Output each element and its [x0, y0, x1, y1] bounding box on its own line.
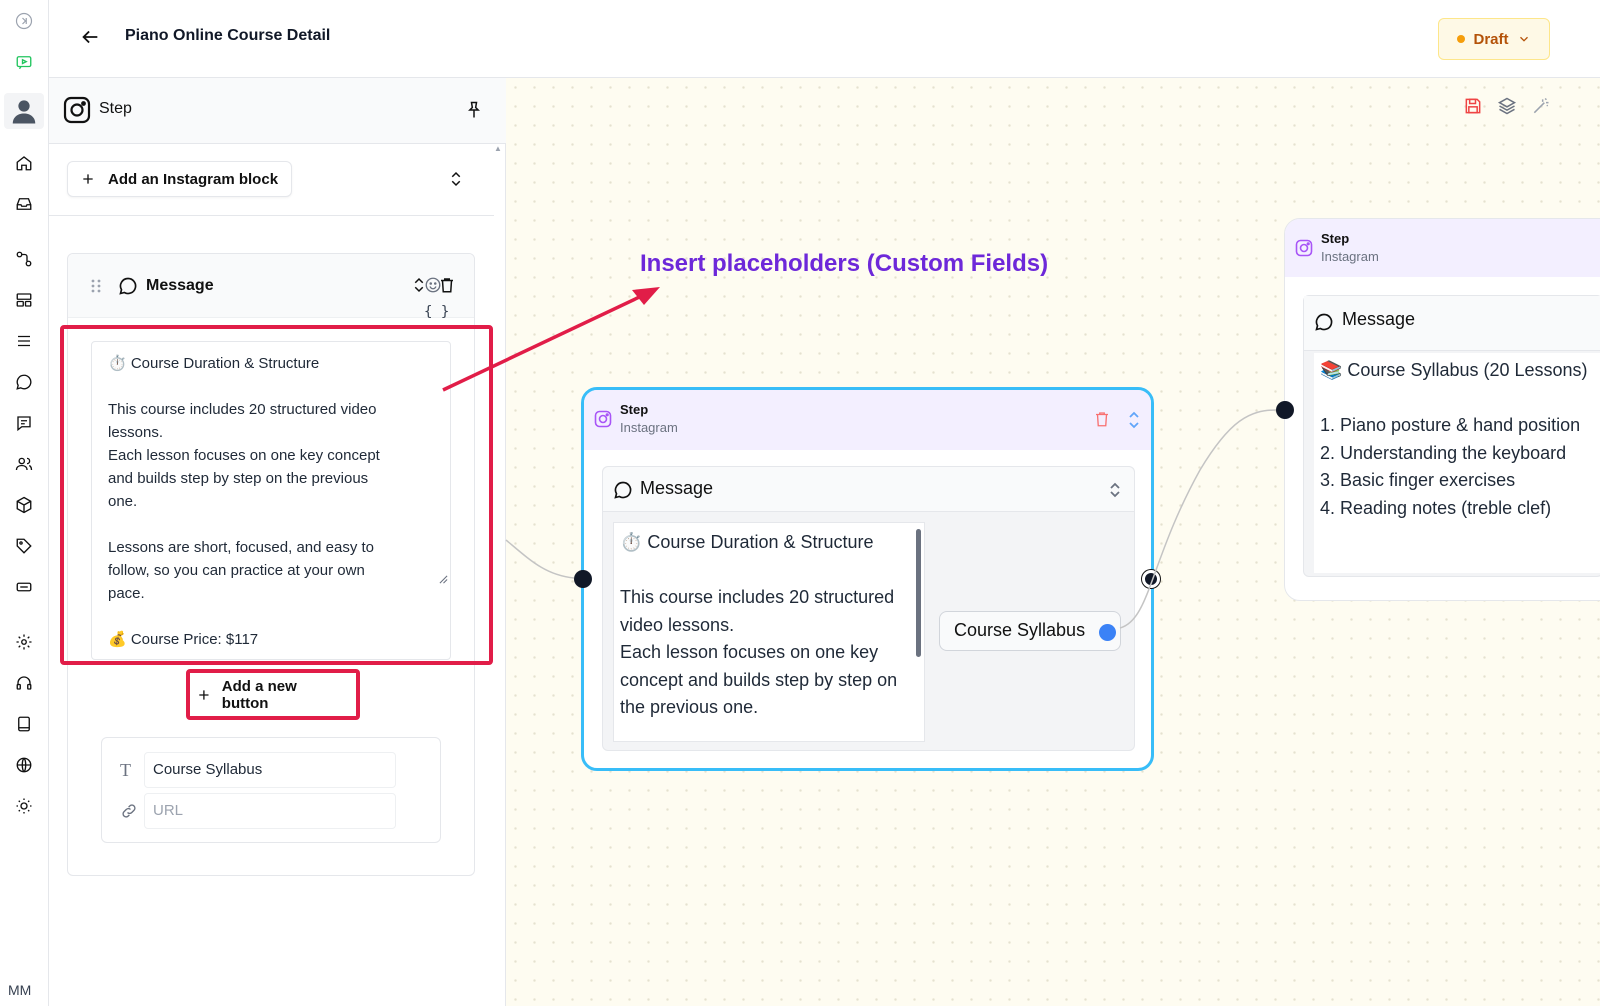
package-icon[interactable]: [9, 490, 39, 520]
inbox-icon[interactable]: [9, 189, 39, 219]
expand-collapse-icon[interactable]: [447, 170, 465, 188]
node-input-port[interactable]: [1276, 401, 1294, 419]
globe-icon[interactable]: [9, 750, 39, 780]
message-line: 📚 Course Syllabus (20 Lessons): [1320, 360, 1588, 380]
message-line: 4. Reading notes (treble clef): [1320, 497, 1552, 518]
message-block-header: Message: [68, 254, 474, 318]
node-message-card: Message 📚 Course Syllabus (20 Lessons) 1…: [1303, 295, 1600, 577]
instagram-icon: [1295, 239, 1313, 257]
left-rail: MM: [0, 0, 49, 1006]
text-type-icon: T: [120, 760, 131, 780]
node-message-card: Message ⏱️ Course Duration & Structure T…: [602, 466, 1135, 751]
home-icon[interactable]: [9, 148, 39, 178]
node-subtitle: Instagram: [620, 420, 678, 435]
node-message-header: Message: [603, 467, 1134, 512]
node-message-label: Message: [640, 478, 714, 498]
button-output-port[interactable]: [1099, 624, 1116, 641]
highlight-add-button-box: [186, 669, 360, 720]
app-root: MM Piano Online Course Detail Draft Step…: [0, 0, 1600, 1006]
chat-icon[interactable]: [9, 367, 39, 397]
headset-icon[interactable]: [9, 668, 39, 698]
expand-collapse-icon[interactable]: [1108, 481, 1122, 499]
node-button-course-syllabus[interactable]: Course Syllabus: [939, 611, 1121, 651]
chat-bubble-icon: [1314, 312, 1334, 332]
save-icon[interactable]: [1463, 96, 1483, 116]
node-button-label: Course Syllabus: [954, 620, 1086, 640]
link-icon: [120, 802, 138, 820]
expand-collapse-icon[interactable]: [1127, 410, 1141, 430]
node-header: Step Instagram: [1285, 219, 1600, 277]
message-square-icon[interactable]: [9, 408, 39, 438]
chevron-down-icon: [1519, 36, 1528, 42]
message-line: 3. Basic finger exercises: [1320, 470, 1516, 490]
divider: [49, 215, 494, 216]
message-line: 2. Understanding the keyboard: [1320, 442, 1567, 463]
avatar[interactable]: [4, 93, 44, 129]
node-message-text: 📚 Course Syllabus (20 Lessons) 1. Piano …: [1314, 353, 1600, 573]
instagram-icon: [594, 410, 612, 428]
back-arrow-icon[interactable]: [79, 26, 101, 48]
canvas-toolbar: [1463, 96, 1551, 116]
magic-icon[interactable]: [1531, 96, 1551, 116]
layout-icon[interactable]: [9, 285, 39, 315]
drag-handle-icon[interactable]: [90, 278, 102, 294]
settings-icon[interactable]: [9, 627, 39, 657]
panel-header: Step: [49, 78, 506, 144]
panel-title: Step: [99, 100, 132, 117]
node-title: Step: [620, 402, 649, 417]
chat-bubble-icon: [613, 480, 633, 500]
node-message-label: Message: [1342, 309, 1416, 329]
node-subtitle: Instagram: [1321, 249, 1379, 264]
scroll-up-icon[interactable]: ▲: [494, 144, 502, 153]
button-config-card: T Course Syllabus URL: [101, 737, 441, 843]
collapse-icon[interactable]: [9, 6, 39, 36]
node-header: Step Instagram: [584, 390, 1151, 450]
annotation-label: Insert placeholders (Custom Fields): [640, 250, 1049, 277]
custom-field-icon[interactable]: { }: [424, 304, 449, 320]
status-dot: [1457, 35, 1466, 43]
message-line: ⏱️ Course Duration & Structure: [620, 532, 874, 552]
workflow-icon[interactable]: [9, 244, 39, 274]
delete-icon[interactable]: [1093, 410, 1111, 430]
node-title: Step: [1321, 231, 1350, 246]
message-line: [620, 557, 906, 585]
step-node-2[interactable]: Step Instagram Message 📚 Course Syllabus…: [1284, 218, 1600, 601]
status-dropdown[interactable]: Draft: [1438, 18, 1550, 60]
sun-icon[interactable]: [9, 791, 39, 821]
node-input-port[interactable]: [574, 570, 592, 588]
node-message-text: ⏱️ Course Duration & Structure This cour…: [613, 522, 925, 742]
add-instagram-block-button[interactable]: Add an Instagram block: [67, 161, 292, 197]
add-block-label: Add an Instagram block: [108, 170, 279, 188]
emoji-icon[interactable]: [424, 276, 442, 294]
page-title: Piano Online Course Detail: [125, 27, 331, 44]
layers-icon[interactable]: [1497, 96, 1517, 116]
top-bar: Piano Online Course Detail Draft: [49, 0, 1600, 78]
step-node-1[interactable]: Step Instagram Message ⏱️ Course Duratio…: [581, 387, 1154, 771]
node-message-header: Message: [1304, 296, 1600, 351]
message-line: 1. Piano posture & hand position: [1320, 415, 1581, 435]
book-icon[interactable]: [9, 709, 39, 739]
message-line: [1320, 385, 1598, 413]
scrollbar[interactable]: [916, 529, 921, 657]
instagram-icon: [63, 96, 91, 124]
ticket-icon[interactable]: [9, 572, 39, 602]
user-initials[interactable]: MM: [8, 982, 31, 998]
highlight-message-box: [60, 325, 493, 665]
list-icon[interactable]: [9, 326, 39, 356]
message-block-label: Message: [146, 277, 214, 294]
plus-icon: [83, 174, 93, 184]
status-label: Draft: [1473, 30, 1509, 48]
button-text-field[interactable]: Course Syllabus: [144, 752, 396, 788]
node-output-port[interactable]: [1142, 570, 1160, 588]
users-icon[interactable]: [9, 449, 39, 479]
message-line: Each lesson focuses on one key concept a…: [620, 642, 898, 717]
chatbot-icon[interactable]: [9, 47, 39, 77]
pin-icon[interactable]: [464, 100, 484, 120]
tag-icon[interactable]: [9, 531, 39, 561]
chat-bubble-icon: [118, 276, 138, 296]
message-line: This course includes 20 structured video…: [620, 587, 895, 635]
button-url-field[interactable]: URL: [144, 793, 396, 829]
